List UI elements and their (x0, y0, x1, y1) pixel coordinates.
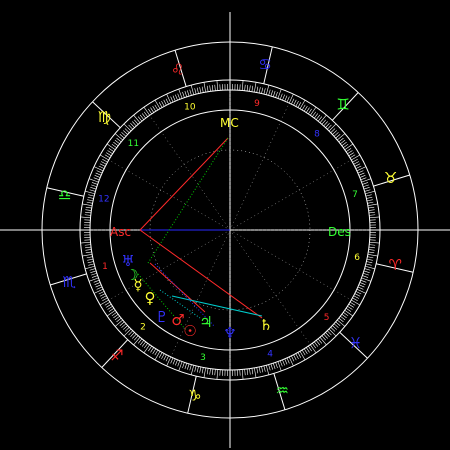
house-number: 11 (128, 139, 139, 149)
house-number: 12 (98, 195, 109, 205)
zodiac-sign-pisces: ♓ (349, 334, 362, 352)
planet-venus-icon: ♀ (145, 289, 156, 307)
planet-jupiter-icon: ♃ (199, 313, 212, 331)
natal-chart-wheel: ♈♉♊♋♌♍♎♏♐♑ ♒♓ 123 456789101112 ♅☽☿♀♇ ♂ ♃♆ ♄☉ … (0, 0, 450, 450)
asc-label: Asc (110, 225, 131, 239)
zodiac-sign-taurus: ♉ (384, 169, 397, 187)
house-number: 10 (184, 102, 196, 112)
mc-label: MC (220, 116, 239, 130)
zodiac-sign-scorpio: ♏ (63, 273, 77, 291)
des-label: Des (328, 225, 351, 239)
planet-sun-icon: ☉ (183, 322, 196, 340)
zodiac-sign-aquarius: ♒ (275, 382, 288, 400)
zodiac-sign-virgo: ♍ (98, 108, 111, 126)
zodiac-sign-aries: ♈ (389, 256, 402, 274)
zodiac-sign-leo: ♌ (171, 60, 184, 78)
planet-mercury-icon: ☿ (133, 276, 142, 294)
zodiac-sign-sagittarius: ♐ (110, 347, 123, 365)
house-number: 2 (140, 323, 146, 333)
house-number: 6 (354, 253, 360, 263)
planet-neptune-icon: ♆ (223, 324, 236, 342)
house-number: 5 (324, 313, 330, 323)
house-number: 3 (200, 353, 206, 363)
house-number: 1 (102, 262, 108, 272)
house-number: 4 (267, 350, 273, 360)
house-number: 9 (254, 99, 260, 109)
house-number: 7 (352, 190, 358, 200)
background (0, 0, 450, 450)
planet-saturn-icon: ♄ (259, 316, 272, 334)
zodiac-sign-capricorn: ♑ (188, 386, 201, 404)
zodiac-sign-gemini: ♊ (336, 95, 349, 113)
zodiac-sign-libra: ♎ (58, 186, 71, 204)
house-number: 8 (314, 129, 320, 139)
zodiac-sign-cancer: ♋ (258, 56, 271, 74)
planet-pluto-icon: ♇ (155, 308, 168, 326)
